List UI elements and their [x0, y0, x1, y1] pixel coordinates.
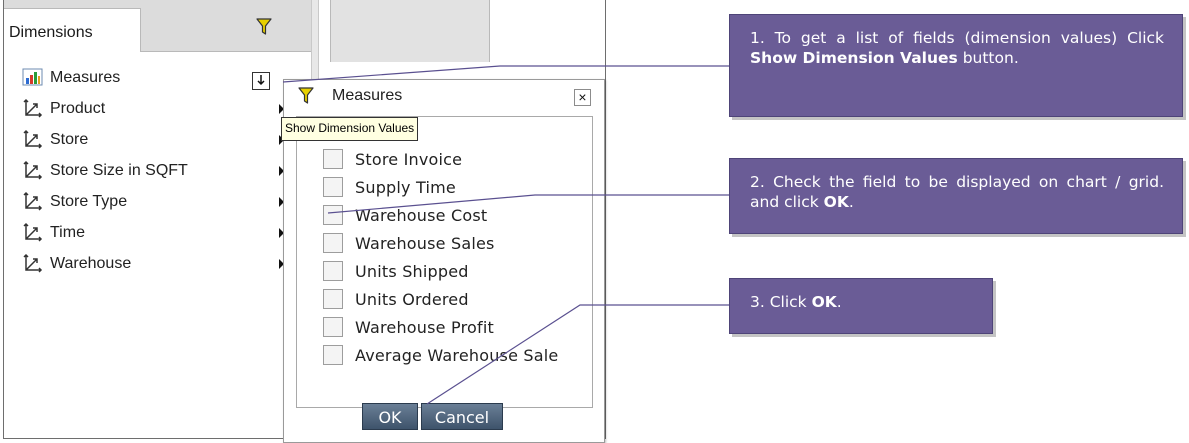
- callout-text: 2. Check the field to be displayed on ch…: [750, 173, 1164, 211]
- checkbox[interactable]: [323, 261, 343, 281]
- checkbox-label: Supply Time: [355, 177, 456, 197]
- callout-step-1: 1. To get a list of fields (dimension va…: [729, 14, 1183, 117]
- checkbox[interactable]: [323, 233, 343, 253]
- callout-step-2: 2. Check the field to be displayed on ch…: [729, 158, 1183, 234]
- callout-bold-text: OK: [823, 193, 849, 211]
- callout-text: button.: [957, 49, 1019, 67]
- callout-text: 1. To get a list of fields (dimension va…: [750, 29, 1164, 47]
- checkbox-label: Warehouse Profit: [355, 317, 494, 337]
- tooltip: Show Dimension Values: [281, 117, 419, 141]
- tree-item-label: Time: [50, 224, 85, 241]
- list-item[interactable]: Warehouse Cost: [323, 201, 558, 229]
- measures-list: Store Invoice Supply Time Warehouse Cost…: [323, 145, 558, 369]
- checkbox[interactable]: [323, 289, 343, 309]
- tree-item-store-type[interactable]: Store Type: [22, 190, 284, 221]
- tree-item-label: Measures: [50, 69, 121, 86]
- tree-item-time[interactable]: Time: [22, 221, 284, 252]
- list-item[interactable]: Average Warehouse Sale: [323, 341, 558, 369]
- tree-item-measures[interactable]: Measures: [22, 66, 188, 97]
- list-item[interactable]: Store Invoice: [323, 145, 558, 173]
- list-item[interactable]: Units Ordered: [323, 285, 558, 313]
- dimension-icon: [22, 252, 44, 274]
- chart-header: [330, 0, 490, 62]
- dimension-icon: [22, 221, 44, 243]
- tab-dimensions[interactable]: Dimensions: [4, 8, 141, 52]
- tree-item-store[interactable]: Store: [22, 128, 284, 159]
- callout-text: 3. Click: [750, 293, 812, 311]
- callout-text: .: [848, 193, 854, 211]
- ok-button[interactable]: OK: [362, 403, 418, 430]
- tree-item-store-size[interactable]: Store Size in SQFT: [22, 159, 284, 190]
- checkbox-label: Average Warehouse Sale: [355, 345, 559, 365]
- checkbox-label: Warehouse Cost: [355, 205, 488, 225]
- tree-item-label: Store Size in SQFT: [50, 162, 188, 179]
- tree-item-label: Product: [50, 100, 106, 117]
- list-item[interactable]: Warehouse Sales: [323, 229, 558, 257]
- popup-buttons: OK Cancel: [362, 403, 503, 430]
- dimension-icon: [22, 128, 44, 150]
- checkbox[interactable]: [323, 205, 343, 225]
- callout-step-3: 3. Click OK.: [729, 278, 993, 334]
- tree-item-label: Warehouse: [50, 255, 132, 272]
- tree-item-label: Store Type: [50, 193, 128, 210]
- list-item[interactable]: Units Shipped: [323, 257, 558, 285]
- checkbox[interactable]: [323, 345, 343, 365]
- close-icon: ×: [578, 89, 587, 105]
- bar-chart-icon: [22, 66, 44, 88]
- callout-bold-text: Show Dimension Values: [750, 49, 958, 67]
- checkbox[interactable]: [323, 149, 343, 169]
- popup-title: Measures: [332, 87, 403, 104]
- checkbox[interactable]: [323, 317, 343, 337]
- close-button[interactable]: ×: [574, 89, 591, 106]
- checkbox[interactable]: [323, 177, 343, 197]
- dimension-icon: [22, 190, 44, 212]
- tree-item-warehouse[interactable]: Warehouse: [22, 252, 284, 283]
- callout-bold-text: OK: [811, 293, 837, 311]
- callout-text: .: [836, 293, 842, 311]
- filter-funnel-icon[interactable]: [256, 18, 272, 41]
- show-dimension-values-button[interactable]: [252, 72, 270, 90]
- checkbox-label: Units Ordered: [355, 289, 469, 309]
- dimensions-panel: Dimensions Measures Product Store Store …: [4, 0, 311, 438]
- tree-item-label: Store: [50, 131, 89, 148]
- dimensions-tab-bar: Dimensions: [4, 0, 311, 52]
- dimension-icon: [22, 97, 44, 119]
- filter-funnel-icon: [298, 87, 314, 110]
- list-item[interactable]: Supply Time: [323, 173, 558, 201]
- tree-item-product[interactable]: Product: [22, 97, 284, 128]
- measures-list-box: Store Invoice Supply Time Warehouse Cost…: [296, 116, 593, 408]
- popup-header: Measures ×: [284, 80, 604, 116]
- cancel-button[interactable]: Cancel: [421, 403, 503, 430]
- dimension-icon: [22, 159, 44, 181]
- checkbox-label: Store Invoice: [355, 149, 463, 169]
- checkbox-label: Warehouse Sales: [355, 233, 495, 253]
- checkbox-label: Units Shipped: [355, 261, 469, 281]
- dimension-tree: Measures Product Store Store Size in SQF…: [22, 66, 284, 283]
- list-item[interactable]: Warehouse Profit: [323, 313, 558, 341]
